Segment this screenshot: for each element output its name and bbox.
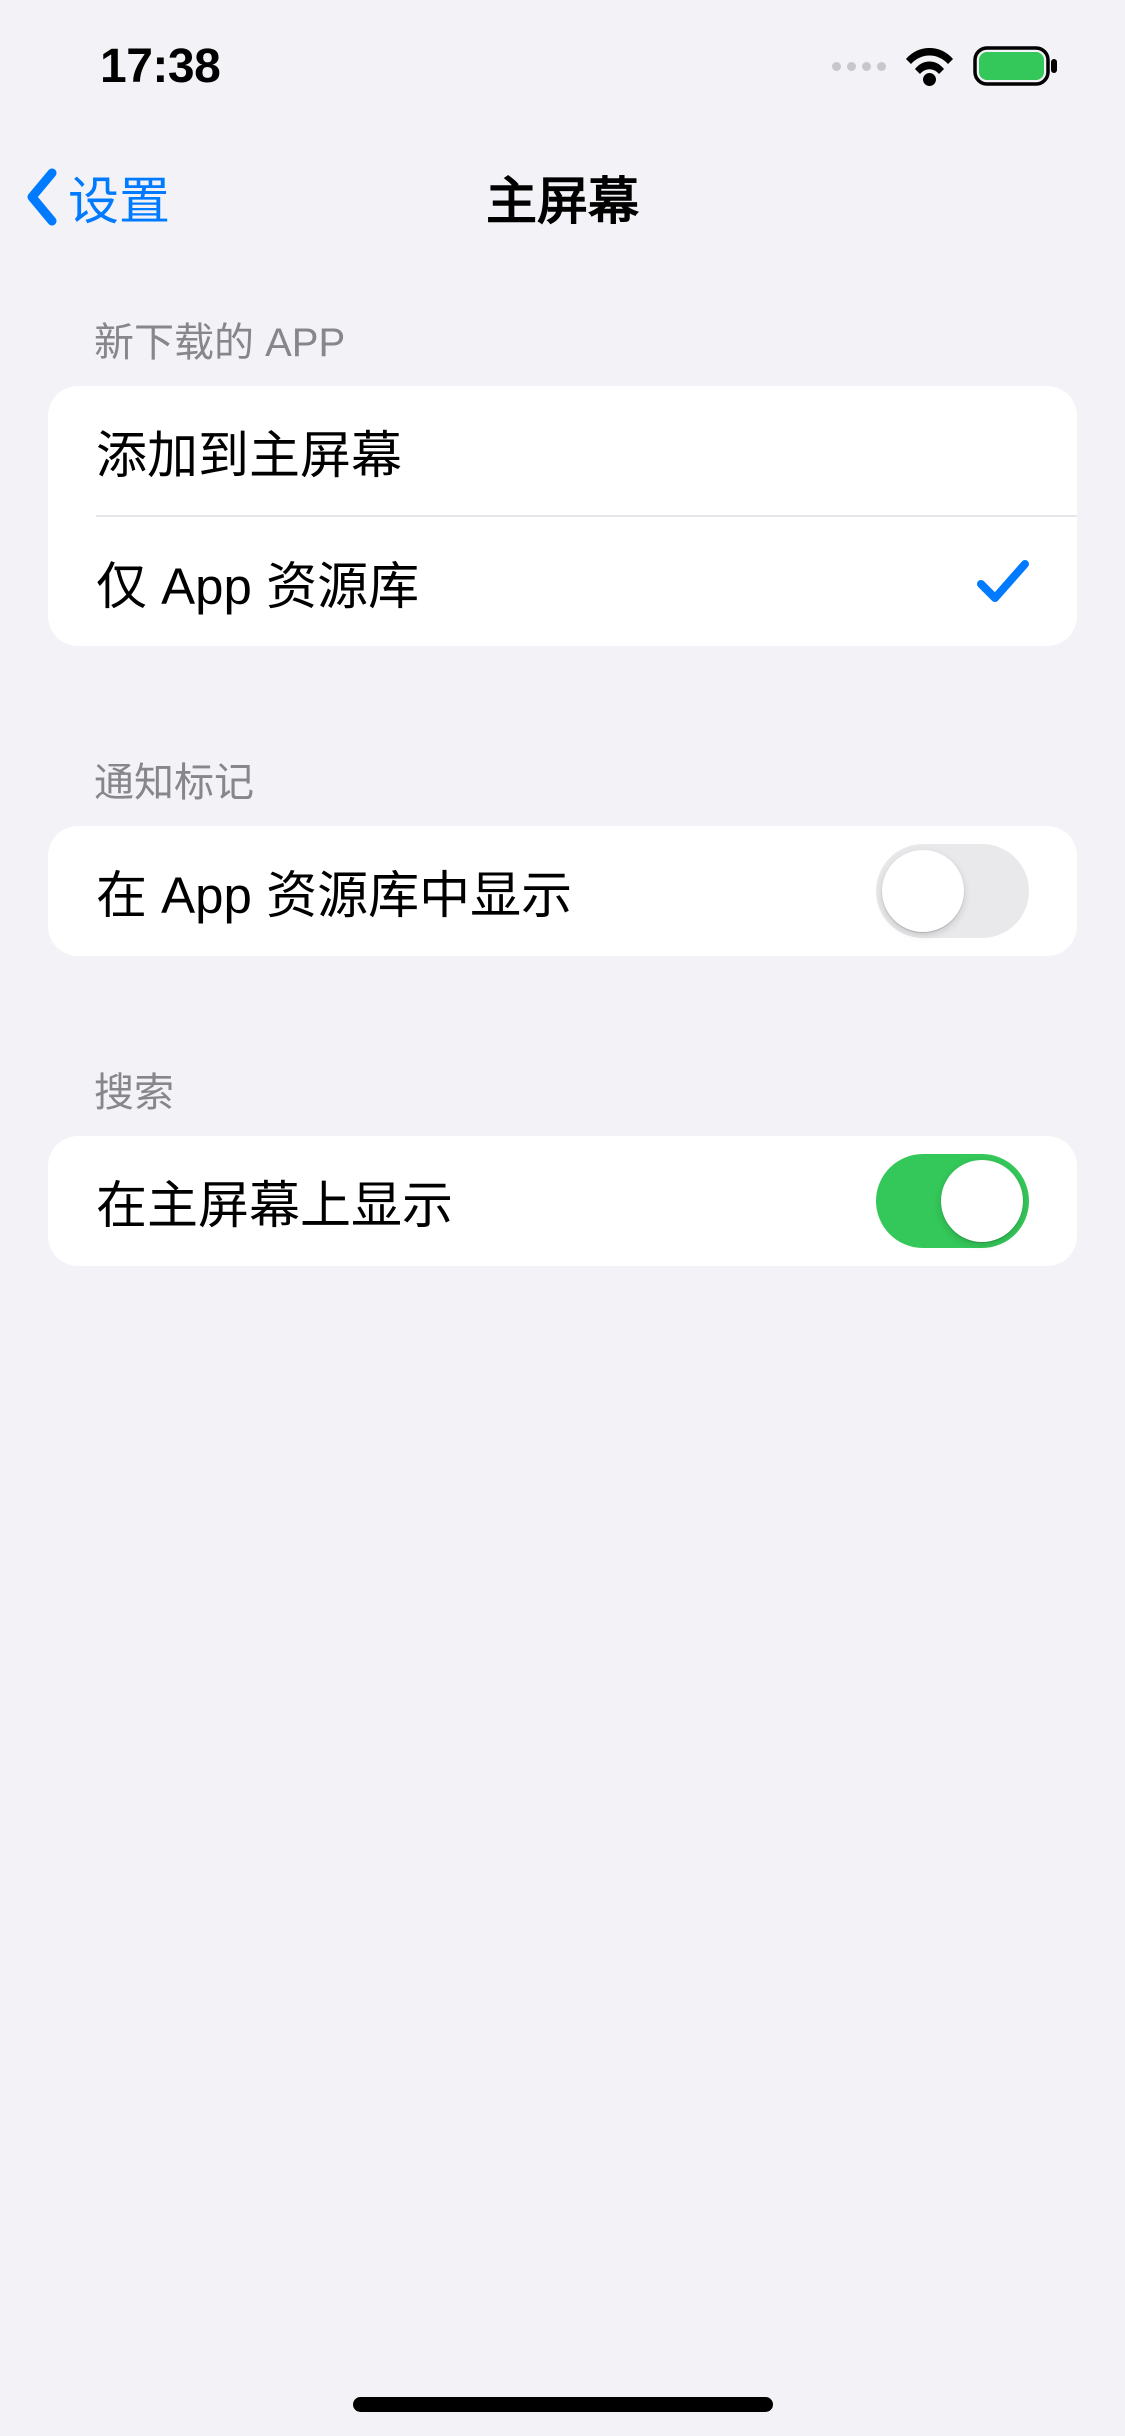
status-time: 17:38 (100, 39, 220, 94)
cellular-icon (832, 62, 886, 71)
group-search: 在主屏幕上显示 (48, 1136, 1077, 1266)
toggle-show-in-app-library[interactable] (876, 844, 1029, 938)
group-new-apps: 添加到主屏幕 仅 App 资源库 (48, 386, 1077, 646)
chevron-left-icon (24, 167, 60, 227)
option-add-to-home[interactable]: 添加到主屏幕 (48, 386, 1077, 516)
group-badges: 在 App 资源库中显示 (48, 826, 1077, 956)
status-indicators (832, 46, 1059, 86)
section-header-badges: 通知标记 (0, 750, 1125, 826)
page-title: 主屏幕 (486, 160, 639, 234)
checkmark-icon (977, 558, 1029, 606)
toggle-knob (882, 850, 964, 932)
back-label: 设置 (68, 160, 170, 234)
row-show-in-app-library: 在 App 资源库中显示 (48, 826, 1077, 956)
row-show-on-home: 在主屏幕上显示 (48, 1136, 1077, 1266)
wifi-icon (904, 47, 955, 86)
content: 新下载的 APP 添加到主屏幕 仅 App 资源库 通知标记 在 App 资源库… (0, 262, 1125, 1266)
toggle-knob (941, 1160, 1023, 1242)
nav-bar: 设置 主屏幕 (0, 132, 1125, 262)
section-header-search: 搜索 (0, 1060, 1125, 1136)
option-app-library-only[interactable]: 仅 App 资源库 (96, 516, 1077, 646)
back-button[interactable]: 设置 (24, 160, 170, 234)
battery-icon (973, 46, 1059, 86)
toggle-show-on-home[interactable] (876, 1154, 1029, 1248)
row-label: 在主屏幕上显示 (96, 1164, 453, 1238)
home-indicator[interactable] (353, 2397, 773, 2412)
option-label: 添加到主屏幕 (96, 414, 402, 488)
option-label: 仅 App 资源库 (96, 545, 419, 619)
status-bar: 17:38 (0, 0, 1125, 132)
row-label: 在 App 资源库中显示 (96, 854, 572, 928)
section-header-new-apps: 新下载的 APP (0, 310, 1125, 386)
